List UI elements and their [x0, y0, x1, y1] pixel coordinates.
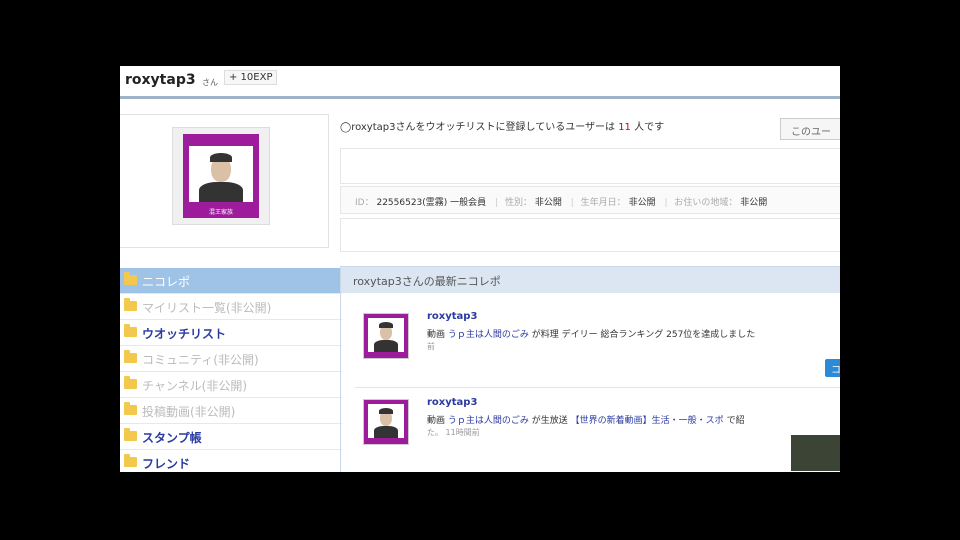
avatar-caption: 混王家族: [208, 209, 233, 216]
report-time: 前: [427, 342, 435, 351]
report-text: 動画 うｐ主は人間のごみ が生放送 【世界の新着動画】生活・一般・スポ で紹: [427, 413, 745, 426]
birthday-label: 生年月日：: [580, 198, 626, 208]
sidebar-item-mylist: マイリスト一覧(非公開): [120, 294, 342, 320]
report-username-link[interactable]: roxytap3: [427, 397, 477, 408]
sidebar-item-channel: チャンネル(非公開): [120, 372, 342, 398]
report-action: が生放送: [531, 416, 568, 426]
more-button[interactable]: コ: [825, 359, 840, 377]
avatar[interactable]: [363, 399, 409, 445]
add-watchlist-button[interactable]: このユー: [780, 118, 840, 140]
folder-icon: [124, 324, 137, 337]
sidebar-item-stamps[interactable]: スタンプ帳: [120, 424, 342, 450]
avatar[interactable]: 混王家族: [183, 134, 259, 218]
folder-icon: [124, 402, 137, 415]
sidebar-item-uploaded-videos: 投稿動画(非公開): [120, 398, 342, 424]
folder-icon: [124, 428, 137, 441]
video-owner-link[interactable]: うｐ主は人間のごみ: [448, 416, 529, 426]
username-title: roxytap3: [125, 72, 196, 88]
folder-icon: [124, 376, 137, 389]
watchlist-info-prefix: ◯roxytap3さんをウオッチリストに登録しているユーザーは: [340, 122, 615, 133]
sidebar-item-label: フレンド: [142, 457, 191, 471]
honorific-label: さん: [202, 78, 218, 87]
watchlist-info: ◯roxytap3さんをウオッチリストに登録しているユーザーは 11 人です: [340, 118, 664, 133]
nicorepo-item: roxytap3 動画 うｐ主は人間のごみ が生放送 【世界の新着動画】生活・一…: [341, 397, 840, 472]
report-divider: [355, 387, 840, 388]
gender-value: 非公開: [534, 198, 562, 208]
report-type: 動画: [427, 416, 446, 426]
video-tag-link[interactable]: 【世界の新着動画】生活・一般・スポ: [571, 416, 724, 426]
video-owner-link[interactable]: うｐ主は人間のごみ: [448, 330, 529, 340]
folder-icon: [124, 272, 137, 285]
avatar-frame: 混王家族: [172, 127, 270, 225]
report-text: 動画 うｐ主は人間のごみ が料理 デイリー 総合ランキング 257位を達成しまし…: [427, 327, 755, 340]
description-box: [340, 218, 840, 252]
profile-header: roxytap3 さん + 10EXP: [120, 66, 840, 99]
report-type: 動画: [427, 330, 446, 340]
profile-info-row: ID： 22556523(霊霧) 一般会員 | 性別： 非公開 | 生年月日： …: [340, 186, 840, 214]
nicorepo-title: roxytap3さんの最新ニコレポ: [341, 267, 840, 293]
folder-icon: [124, 350, 137, 363]
sidebar-item-friends[interactable]: フレンド: [120, 450, 342, 472]
profile-sidebar: ニコレポ マイリスト一覧(非公開) ウオッチリスト コミュニティ(非公開) チャ…: [120, 268, 342, 472]
sidebar-item-label: ウオッチリスト: [142, 327, 227, 341]
region-value: 非公開: [740, 198, 768, 208]
sidebar-item-label: 投稿動画(非公開): [142, 405, 236, 419]
region-label: お住いの地域：: [674, 198, 738, 208]
id-label: ID：: [355, 198, 374, 208]
sidebar-item-community: コミュニティ(非公開): [120, 346, 342, 372]
browser-screen: roxytap3 さん + 10EXP 混王家族 ◯roxytap3さんをウオッ…: [120, 66, 840, 472]
report-detail: で紹: [726, 416, 745, 426]
birthday-value: 非公開: [628, 198, 656, 208]
watchlist-info-suffix: 人です: [634, 122, 665, 133]
id-value: 22556523(霊霧) 一般会員: [376, 198, 487, 208]
status-box: [340, 148, 840, 184]
video-thumbnail[interactable]: [791, 435, 840, 471]
avatar[interactable]: [363, 313, 409, 359]
sidebar-item-label: チャンネル(非公開): [142, 379, 248, 393]
sidebar-item-watchlist[interactable]: ウオッチリスト: [120, 320, 342, 346]
folder-icon: [124, 454, 137, 467]
sidebar-item-label: マイリスト一覧(非公開): [142, 301, 272, 315]
report-username-link[interactable]: roxytap3: [427, 311, 477, 322]
avatar-photo: [189, 146, 253, 202]
sidebar-item-nicorepo[interactable]: ニコレポ: [120, 268, 342, 294]
report-action: が料理: [531, 330, 559, 340]
profile-avatar-box: 混王家族: [120, 114, 329, 248]
nicorepo-item: roxytap3 動画 うｐ主は人間のごみ が料理 デイリー 総合ランキング 2…: [341, 311, 840, 391]
sidebar-item-label: スタンプ帳: [142, 431, 202, 445]
report-time: た。 11時間前: [427, 428, 480, 437]
exp-badge: + 10EXP: [224, 70, 278, 85]
sidebar-item-label: コミュニティ(非公開): [142, 353, 259, 367]
report-detail: デイリー 総合ランキング 257位を達成しました: [561, 330, 756, 340]
folder-icon: [124, 298, 137, 311]
sidebar-item-label: ニコレポ: [142, 275, 191, 289]
gender-label: 性別：: [504, 198, 532, 208]
watchlist-count: 11: [618, 122, 631, 133]
nicorepo-section: roxytap3さんの最新ニコレポ roxytap3 動画 うｐ主は人間のごみ …: [340, 266, 840, 472]
video-frame: { "header": { "username": "roxytap3", "h…: [0, 0, 960, 540]
